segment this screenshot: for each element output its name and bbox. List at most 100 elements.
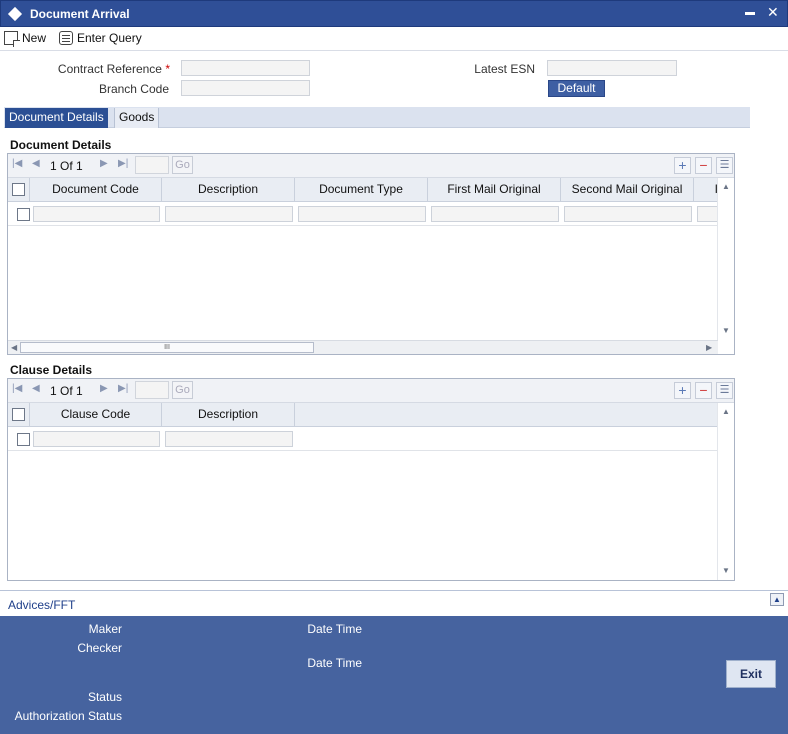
previous-page-icon[interactable]: ◀ — [32, 158, 40, 169]
page-number-input[interactable] — [135, 381, 169, 399]
col-document-code[interactable]: Document Code — [30, 178, 162, 202]
col-clause-code[interactable]: Clause Code — [30, 403, 162, 427]
tab-document-details[interactable]: Document Details — [5, 108, 108, 128]
first-mail-original-cell[interactable] — [431, 206, 559, 222]
delete-row-icon[interactable]: − — [695, 382, 712, 399]
row-checkbox[interactable] — [17, 433, 30, 446]
clause-description-cell[interactable] — [165, 431, 293, 447]
document-details-header: Document Code Description Document Type … — [8, 178, 718, 202]
go-button[interactable]: Go — [172, 156, 193, 174]
document-details-nav: |◀ ◀ 1 Of 1 ▶ ▶| Go + − ☰ — [8, 154, 734, 178]
clause-details-grid: |◀ ◀ 1 Of 1 ▶ ▶| Go + − ☰ Clause Code De… — [7, 378, 735, 581]
col-first-mail-original[interactable]: First Mail Original — [428, 178, 561, 202]
scroll-right-icon[interactable]: ▶ — [706, 343, 712, 352]
exit-button[interactable]: Exit — [726, 660, 776, 688]
pager-of: Of — [60, 384, 73, 398]
maker-label: Maker — [88, 622, 122, 636]
document-details-vscroll[interactable]: ▲ ▼ — [717, 178, 734, 340]
select-all-checkbox[interactable] — [12, 408, 25, 421]
branch-code-label: Branch Code — [98, 82, 169, 96]
single-view-icon[interactable]: ☰ — [716, 382, 733, 399]
document-details-grid: |◀ ◀ 1 Of 1 ▶ ▶| Go + − ☰ Document Code … — [7, 153, 735, 355]
col-second-mail-original[interactable]: Second Mail Original — [561, 178, 694, 202]
collapse-icon[interactable]: ▲ — [770, 593, 784, 606]
col-description[interactable]: Description — [162, 178, 295, 202]
authorization-status-label: Authorization Status — [14, 709, 122, 723]
window-titlebar: Document Arrival ▬ ✕ — [0, 0, 788, 27]
enter-query-icon — [59, 31, 73, 45]
clause-details-vscroll[interactable]: ▲ ▼ — [717, 403, 734, 580]
required-marker: * — [165, 62, 170, 76]
scroll-down-icon[interactable]: ▼ — [722, 326, 730, 335]
last-page-icon[interactable]: ▶| — [118, 158, 128, 169]
latest-esn-label: Latest ESN — [474, 62, 535, 76]
minimize-icon[interactable]: ▬ — [745, 7, 755, 18]
tab-goods[interactable]: Goods — [114, 108, 160, 128]
first-page-icon[interactable]: |◀ — [12, 158, 22, 169]
maker-date-time-label: Date Time — [307, 622, 362, 636]
add-row-icon[interactable]: + — [674, 157, 691, 174]
select-all-cell — [8, 403, 30, 427]
latest-esn-input[interactable] — [547, 60, 677, 76]
col-description[interactable]: Description — [162, 403, 295, 427]
page-number-input[interactable] — [135, 156, 169, 174]
window-title: Document Arrival — [30, 7, 130, 21]
pager-current: 1 — [50, 384, 57, 398]
document-type-cell[interactable] — [298, 206, 426, 222]
pager-total: 1 — [76, 384, 83, 398]
contract-reference-input[interactable] — [181, 60, 310, 76]
close-icon[interactable]: ✕ — [767, 4, 779, 21]
new-document-icon — [4, 31, 20, 47]
table-row — [8, 202, 718, 226]
single-view-icon[interactable]: ☰ — [716, 157, 733, 174]
branch-code-input[interactable] — [181, 80, 310, 96]
tab-strip: Document Details Goods — [4, 107, 750, 128]
advices-bar: Advices/FFT ▲ — [0, 590, 788, 616]
scroll-left-icon[interactable]: ◀ — [11, 343, 17, 352]
go-button[interactable]: Go — [172, 381, 193, 399]
first-page-icon[interactable]: |◀ — [12, 383, 22, 394]
delete-row-icon[interactable]: − — [695, 157, 712, 174]
checker-label: Checker — [77, 641, 122, 655]
enter-query-label: Enter Query — [77, 31, 142, 45]
clause-details-title: Clause Details — [10, 363, 93, 377]
checker-date-time-label: Date Time — [307, 656, 362, 670]
row-checkbox[interactable] — [17, 208, 30, 221]
select-all-checkbox[interactable] — [12, 183, 25, 196]
clause-code-cell[interactable] — [33, 431, 160, 447]
enter-query-button[interactable]: Enter Query — [59, 29, 142, 47]
col-document-type[interactable]: Document Type — [295, 178, 428, 202]
select-all-cell — [8, 178, 30, 202]
toolbar: New Enter Query — [0, 27, 788, 51]
next-page-icon[interactable]: ▶ — [100, 383, 108, 394]
col-truncated[interactable]: I — [694, 178, 718, 202]
table-row — [8, 427, 718, 451]
status-label: Status — [87, 690, 122, 704]
clause-details-nav: |◀ ◀ 1 Of 1 ▶ ▶| Go + − ☰ — [8, 379, 734, 403]
next-page-icon[interactable]: ▶ — [100, 158, 108, 169]
pager-total: 1 — [76, 159, 83, 173]
scroll-down-icon[interactable]: ▼ — [722, 566, 730, 575]
scroll-up-icon[interactable]: ▲ — [722, 407, 730, 416]
default-button[interactable]: Default — [548, 80, 605, 97]
window-app-icon — [7, 6, 23, 22]
advices-fft-link[interactable]: Advices/FFT — [8, 598, 75, 612]
pager-text: 1 Of 1 — [50, 159, 83, 173]
document-details-hscroll[interactable]: ◀ III ▶ — [8, 340, 718, 354]
document-code-cell[interactable] — [33, 206, 160, 222]
add-row-icon[interactable]: + — [674, 382, 691, 399]
hscroll-thumb[interactable]: III — [20, 342, 314, 353]
new-button[interactable]: New — [4, 29, 46, 47]
pager-text: 1 Of 1 — [50, 384, 83, 398]
pager-of: Of — [60, 159, 73, 173]
last-page-icon[interactable]: ▶| — [118, 383, 128, 394]
truncated-cell[interactable] — [697, 206, 718, 222]
description-cell[interactable] — [165, 206, 293, 222]
clause-details-header: Clause Code Description — [8, 403, 718, 427]
previous-page-icon[interactable]: ◀ — [32, 383, 40, 394]
second-mail-original-cell[interactable] — [564, 206, 692, 222]
document-details-title: Document Details — [10, 138, 112, 152]
pager-current: 1 — [50, 159, 57, 173]
scroll-up-icon[interactable]: ▲ — [722, 182, 730, 191]
contract-reference-label-text: Contract Reference — [57, 62, 162, 76]
